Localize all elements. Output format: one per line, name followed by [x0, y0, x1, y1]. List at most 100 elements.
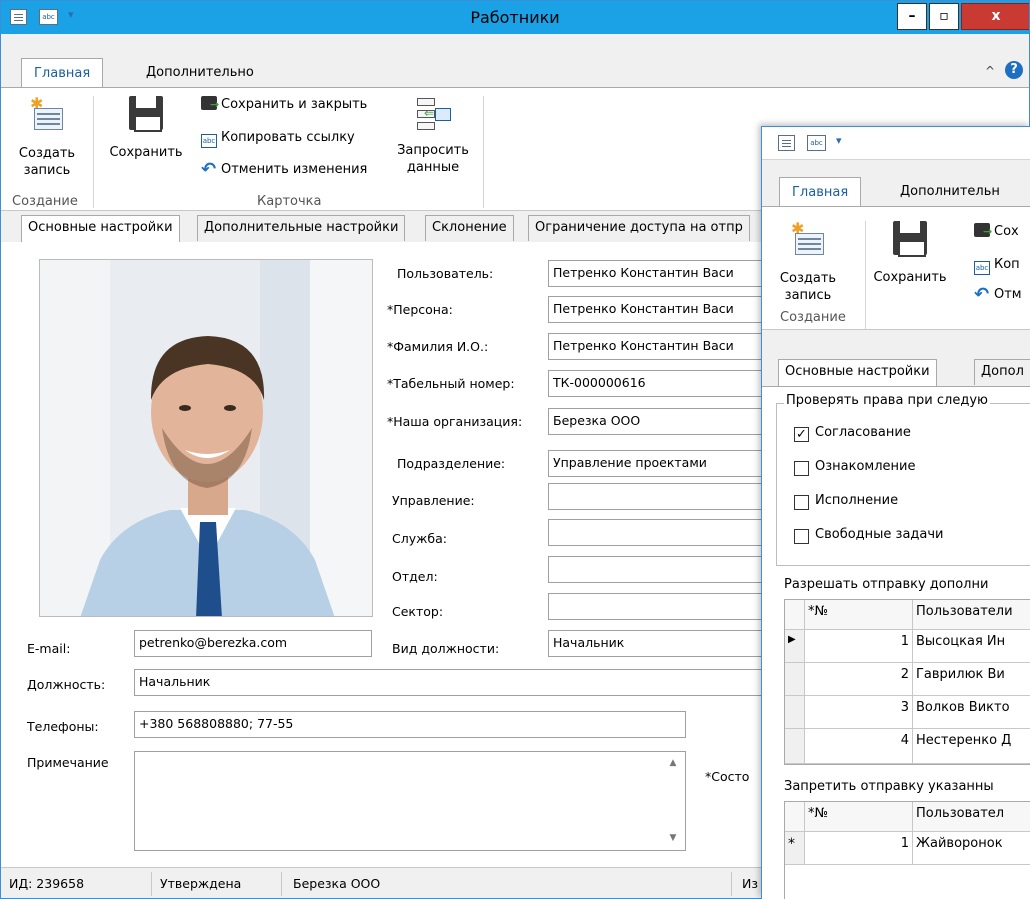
position-field[interactable]: Начальник — [134, 669, 774, 696]
tab-access-restriction[interactable]: Ограничение доступа на отпр — [528, 215, 750, 241]
save-button[interactable]: Сохранить — [106, 96, 186, 161]
tab-additional[interactable]: Дополнительн — [888, 177, 1012, 207]
division-field[interactable]: Управление проектами — [548, 450, 768, 477]
position-kind-field[interactable]: Начальник — [548, 630, 768, 657]
group-label-create: Создание — [12, 194, 78, 209]
sector-field[interactable] — [548, 593, 768, 620]
column-header[interactable]: *№ — [805, 600, 913, 630]
maximize-button[interactable]: ▫ — [929, 3, 959, 30]
collapse-ribbon-icon[interactable]: ^ — [985, 64, 995, 78]
position-label: Должность: — [27, 677, 106, 692]
department-field[interactable] — [548, 556, 768, 583]
quick-access-dropdown-icon[interactable]: ▾ — [836, 134, 842, 147]
sector-label: Сектор: — [392, 604, 444, 619]
row-selector[interactable] — [785, 696, 805, 729]
column-header[interactable]: *№ — [805, 802, 913, 832]
help-icon[interactable]: ? — [1005, 61, 1023, 79]
table-cell[interactable]: Волков Викто — [913, 696, 1030, 729]
phones-field[interactable]: +380 568808880; 77-55 — [134, 711, 686, 738]
scroll-down-icon[interactable]: ▼ — [665, 830, 681, 846]
allow-send-title: Разрешать отправку дополни — [784, 577, 989, 592]
ribbon-tabs: Главная Дополнительно ^ ? — [1, 58, 1029, 88]
tab-basic-settings[interactable]: Основные настройки — [21, 215, 180, 242]
tab-declension[interactable]: Склонение — [425, 215, 514, 241]
table-cell[interactable]: 2 — [805, 663, 913, 696]
management-field[interactable] — [548, 483, 768, 510]
undo-button[interactable]: ↶ Отм — [974, 284, 1022, 305]
group-label-card: Карточка — [257, 194, 322, 209]
save-button[interactable]: Сохранить — [870, 221, 950, 286]
row-selector-icon[interactable]: ▶ — [785, 630, 805, 663]
abc-icon[interactable]: abc — [807, 135, 826, 151]
allow-send-table: *№ Пользователи ▶ 1 Высоцкая Ин 2 Гаврил… — [784, 599, 1030, 765]
table-cell[interactable]: 4 — [805, 729, 913, 764]
request-data-button[interactable]: ⇐ Запросить данные — [391, 96, 475, 176]
table-cell[interactable]: Высоцкая Ин — [913, 630, 1030, 663]
person-label: *Персона: — [387, 302, 453, 317]
check-rights-title: Проверять права при следую — [784, 393, 990, 408]
employee-photo[interactable] — [39, 259, 373, 617]
undo-icon: ↶ — [974, 284, 990, 305]
tab-basic-settings[interactable]: Основные настройки — [778, 359, 937, 386]
column-header[interactable]: Пользовател — [913, 802, 1030, 832]
status-bar: ИД: 239658 Утверждена Березка ООО Из — [1, 867, 761, 898]
note-textarea[interactable] — [134, 751, 686, 851]
check-approval[interactable]: ✓ — [794, 427, 809, 442]
group-divider — [483, 96, 484, 208]
copy-link-button[interactable]: abc Коп — [974, 257, 1020, 275]
table-cell[interactable]: Гаврилюк Ви — [913, 663, 1030, 696]
department-label: Отдел: — [392, 569, 438, 584]
table-cell[interactable]: 1 — [805, 630, 913, 663]
create-record-button[interactable]: ✱ Создать запись — [776, 221, 840, 304]
save-close-button[interactable]: Сохранить и закрыть — [201, 96, 367, 112]
link-icon: abc — [201, 134, 217, 148]
tab-main[interactable]: Главная — [779, 177, 862, 207]
check-free-tasks[interactable] — [794, 529, 809, 544]
row-selector[interactable] — [785, 663, 805, 696]
scroll-up-icon[interactable]: ▲ — [665, 755, 681, 771]
tab-additional[interactable]: Дополнительно — [134, 58, 266, 88]
check-acquaintance-label: Ознакомление — [815, 459, 916, 474]
status-divider — [151, 872, 152, 896]
status-id: ИД: 239658 — [9, 876, 85, 891]
form-icon[interactable] — [778, 135, 795, 151]
tab-advanced-settings[interactable]: Дополнительные настройки — [197, 215, 406, 241]
ribbon: ✱ Создать запись Сохранить Сох abcКоп ↶О… — [762, 206, 1030, 330]
user-field[interactable]: Петренко Константин Васи — [548, 260, 768, 287]
check-acquaintance[interactable] — [794, 461, 809, 476]
position-kind-label: Вид должности: — [392, 641, 500, 656]
table-cell[interactable]: 3 — [805, 696, 913, 729]
person-field[interactable]: Петренко Константин Васи — [548, 296, 768, 323]
tab-number-field[interactable]: ТК-000000616 — [548, 370, 768, 397]
tab-main[interactable]: Главная — [21, 58, 104, 88]
ribbon-tabs: Главная Дополнительн — [762, 177, 1030, 207]
fio-label: *Фамилия И.О.: — [387, 339, 489, 354]
row-header — [785, 600, 805, 630]
close-button[interactable]: x — [961, 3, 1029, 30]
check-approval-label: Согласование — [815, 425, 911, 440]
undo-button[interactable]: ↶ Отменить изменения — [201, 159, 367, 180]
link-icon: abc — [974, 261, 990, 275]
organization-field[interactable]: Березка ООО — [548, 408, 768, 435]
save-close-button[interactable]: Сох — [974, 223, 1019, 239]
table-cell[interactable]: 1 — [805, 832, 913, 865]
new-row-icon[interactable]: * — [785, 832, 805, 865]
tab-advanced-settings[interactable]: Допол — [974, 359, 1030, 385]
table-cell[interactable]: Нестеренко Д — [913, 729, 1030, 764]
copy-link-button[interactable]: abc Копировать ссылку — [201, 130, 355, 148]
row-selector[interactable] — [785, 729, 805, 764]
request-data-icon: ⇐ — [415, 96, 451, 136]
fio-field[interactable]: Петренко Константин Васи — [548, 333, 768, 360]
undo-icon: ↶ — [201, 159, 217, 180]
column-header[interactable]: Пользователи — [913, 600, 1030, 630]
table-cell[interactable]: Жайворонок — [913, 832, 1030, 865]
save-close-icon — [974, 223, 992, 237]
user-label: Пользователь: — [397, 266, 494, 281]
service-field[interactable] — [548, 519, 768, 546]
create-record-button[interactable]: ✱ Создать запись — [15, 96, 79, 179]
email-field[interactable]: petrenko@berezka.com — [134, 630, 372, 657]
minimize-button[interactable]: – — [897, 3, 927, 30]
check-execution[interactable] — [794, 495, 809, 510]
phones-label: Телефоны: — [27, 719, 99, 734]
check-free-tasks-label: Свободные задачи — [815, 527, 944, 542]
